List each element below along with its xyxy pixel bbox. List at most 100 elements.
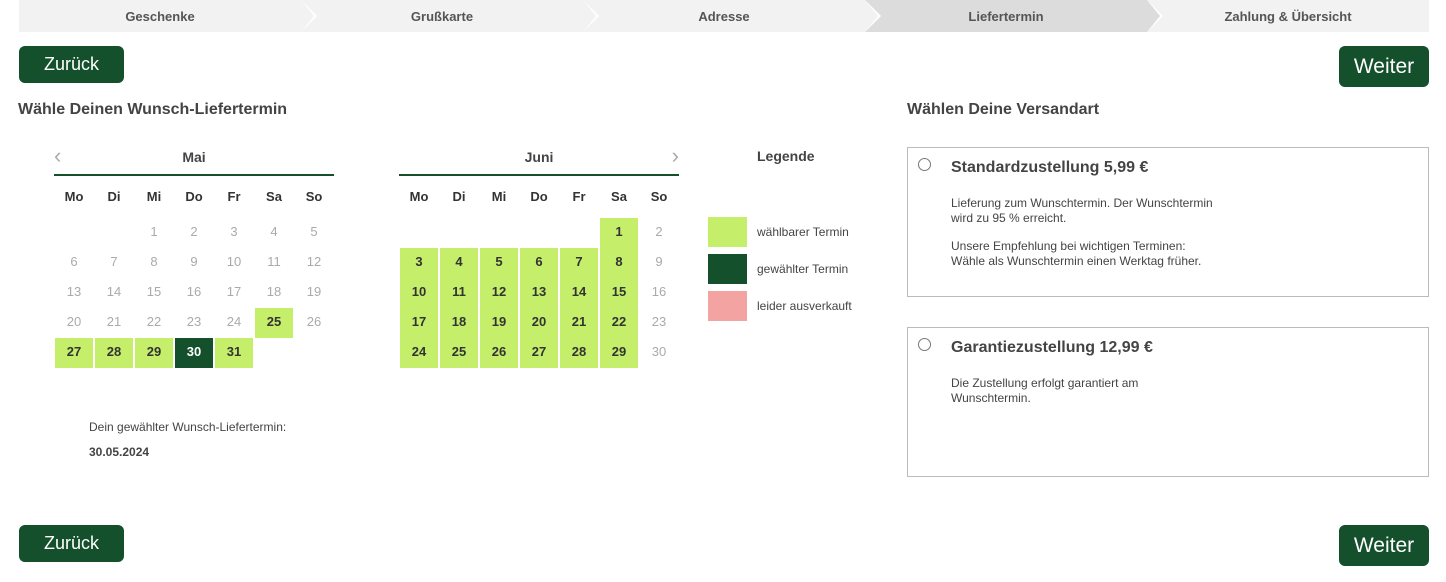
day-cell-available[interactable]: 25 bbox=[255, 308, 293, 338]
day-cell-available[interactable]: 12 bbox=[480, 278, 518, 308]
step-adresse[interactable]: Adresse bbox=[583, 0, 881, 32]
day-cell-selected[interactable]: 30 bbox=[175, 338, 213, 368]
day-cell-unavailable: 7 bbox=[110, 254, 118, 269]
day-cell-available[interactable]: 27 bbox=[55, 338, 93, 368]
day-cell-available[interactable]: 22 bbox=[600, 308, 638, 338]
shipping-option-description: Lieferung zum Wunschtermin. Der Wunschte… bbox=[951, 196, 1251, 226]
day-cell-available[interactable]: 29 bbox=[135, 338, 173, 368]
next-button-bottom[interactable]: Weiter bbox=[1339, 525, 1429, 566]
weekday-header: Di bbox=[452, 189, 466, 204]
day-cell-unavailable: 3 bbox=[230, 224, 238, 239]
day-cell-unavailable: 20 bbox=[66, 314, 82, 329]
day-cell-available[interactable]: 10 bbox=[400, 278, 438, 308]
description-line: Lieferung zum Wunschtermin. Der Wunschte… bbox=[951, 196, 1213, 210]
day-cell-available[interactable]: 8 bbox=[600, 248, 638, 278]
step-label: Geschenke bbox=[125, 8, 195, 24]
day-cell-available[interactable]: 18 bbox=[440, 308, 478, 338]
radio-guarantee[interactable] bbox=[918, 338, 931, 351]
day-cell-unavailable: 9 bbox=[655, 254, 663, 269]
day-cell-unavailable: 16 bbox=[186, 284, 202, 299]
shipping-option-guarantee[interactable]: Garantiezustellung 12,99 € Die Zustellun… bbox=[907, 327, 1429, 477]
day-cell-unavailable: 2 bbox=[190, 224, 198, 239]
chevron-right-icon[interactable]: › bbox=[672, 145, 679, 167]
chosen-date-value: 30.05.2024 bbox=[89, 445, 150, 459]
day-cell-available[interactable]: 15 bbox=[600, 278, 638, 308]
back-button-top[interactable]: Zurück bbox=[19, 46, 124, 83]
shipping-option-title: Standardzustellung 5,99 € bbox=[951, 159, 1149, 176]
weekday-header: Do bbox=[185, 189, 203, 204]
weekday-header: Sa bbox=[266, 189, 282, 204]
step-label: Adresse bbox=[698, 8, 750, 24]
shipping-option-recommendation: Unsere Empfehlung bei wichtigen Terminen… bbox=[951, 239, 1251, 269]
day-cell-unavailable: 22 bbox=[146, 314, 162, 329]
day-cell-unavailable: 13 bbox=[66, 284, 82, 299]
month-name: Mai bbox=[182, 149, 206, 165]
day-cell-available[interactable]: 29 bbox=[600, 338, 638, 368]
step-liefertermin[interactable]: Liefertermin bbox=[865, 0, 1163, 32]
day-cell-available[interactable]: 13 bbox=[520, 278, 558, 308]
description-line: wird zu 95 % erreicht. bbox=[951, 211, 1067, 225]
day-cell-available[interactable]: 19 bbox=[480, 308, 518, 338]
shipping-option-standard[interactable]: Standardzustellung 5,99 € Lieferung zum … bbox=[907, 147, 1429, 297]
step-label: Zahlung & Übersicht bbox=[1224, 8, 1352, 24]
day-cell-unavailable: 2 bbox=[655, 224, 663, 239]
chosen-date-label: Dein gewählter Wunsch-Liefertermin: bbox=[89, 420, 287, 434]
day-cell-available[interactable]: 7 bbox=[560, 248, 598, 278]
step-grusskarte[interactable]: Grußkarte bbox=[301, 0, 599, 32]
day-cell-unavailable: 23 bbox=[651, 314, 667, 329]
day-cell-available[interactable]: 17 bbox=[400, 308, 438, 338]
day-cell-unavailable: 1 bbox=[150, 224, 158, 239]
weekday-header: Fr bbox=[572, 189, 586, 204]
day-cell-available[interactable]: 26 bbox=[480, 338, 518, 368]
weekday-header: Mo bbox=[64, 189, 84, 204]
day-cell-unavailable: 23 bbox=[186, 314, 202, 329]
weekday-header: Mo bbox=[409, 189, 429, 204]
weekday-header: Di bbox=[107, 189, 121, 204]
day-cell-unavailable: 18 bbox=[266, 284, 282, 299]
legend-label: wählbarer Termin bbox=[757, 225, 849, 239]
day-cell-available[interactable]: 31 bbox=[215, 338, 253, 368]
day-cell-available[interactable]: 6 bbox=[520, 248, 558, 278]
day-cell-available[interactable]: 3 bbox=[400, 248, 438, 278]
day-cell-available[interactable]: 4 bbox=[440, 248, 478, 278]
day-cell-available[interactable]: 5 bbox=[480, 248, 518, 278]
description-line: Wähle als Wunschtermin einen Werktag frü… bbox=[951, 254, 1202, 268]
day-cell-available[interactable]: 27 bbox=[520, 338, 558, 368]
day-cell-available[interactable]: 24 bbox=[400, 338, 438, 368]
step-zahlung[interactable]: Zahlung & Übersicht bbox=[1147, 0, 1429, 32]
day-cell-unavailable: 8 bbox=[150, 254, 158, 269]
day-cell-available[interactable]: 1 bbox=[600, 218, 638, 248]
description-line: Unsere Empfehlung bei wichtigen Terminen… bbox=[951, 239, 1186, 253]
shipping-option-description: Die Zustellung erfolgt garantiert am Wun… bbox=[951, 376, 1251, 406]
weekday-header: Fr bbox=[227, 189, 241, 204]
day-cell-available[interactable]: 21 bbox=[560, 308, 598, 338]
calendar-header: ‹ Mai bbox=[54, 145, 334, 176]
weekday-header: So bbox=[305, 189, 323, 204]
day-cell-available[interactable]: 28 bbox=[560, 338, 598, 368]
chevron-left-icon[interactable]: ‹ bbox=[54, 145, 61, 167]
day-cell-available[interactable]: 25 bbox=[440, 338, 478, 368]
day-cell-unavailable: 21 bbox=[106, 314, 122, 329]
day-cell-unavailable: 6 bbox=[70, 254, 78, 269]
legend-swatch-available bbox=[708, 217, 747, 247]
next-button-top[interactable]: Weiter bbox=[1339, 46, 1429, 87]
legend-label: gewählter Termin bbox=[757, 262, 849, 276]
day-cell-unavailable: 26 bbox=[306, 314, 322, 329]
step-geschenke[interactable]: Geschenke bbox=[19, 0, 317, 32]
step-label: Liefertermin bbox=[968, 8, 1044, 24]
day-cell-available[interactable]: 20 bbox=[520, 308, 558, 338]
legend-item-available: wählbarer Termin bbox=[708, 217, 849, 247]
radio-standard[interactable] bbox=[918, 158, 931, 171]
back-button-bottom[interactable]: Zurück bbox=[19, 525, 124, 562]
day-cell-available[interactable]: 28 bbox=[95, 338, 133, 368]
day-cell-unavailable: 4 bbox=[270, 224, 278, 239]
day-cell-available[interactable]: 11 bbox=[440, 278, 478, 308]
checkout-stepper: Geschenke Grußkarte Adresse Liefertermin… bbox=[19, 0, 1429, 32]
day-cell-unavailable: 16 bbox=[651, 284, 667, 299]
legend-swatch-selected bbox=[708, 254, 747, 284]
day-cell-unavailable: 14 bbox=[106, 284, 122, 299]
month-name: Juni bbox=[524, 149, 554, 165]
weekday-header: So bbox=[650, 189, 668, 204]
day-cell-available[interactable]: 14 bbox=[560, 278, 598, 308]
day-cell-unavailable: 30 bbox=[651, 344, 667, 359]
